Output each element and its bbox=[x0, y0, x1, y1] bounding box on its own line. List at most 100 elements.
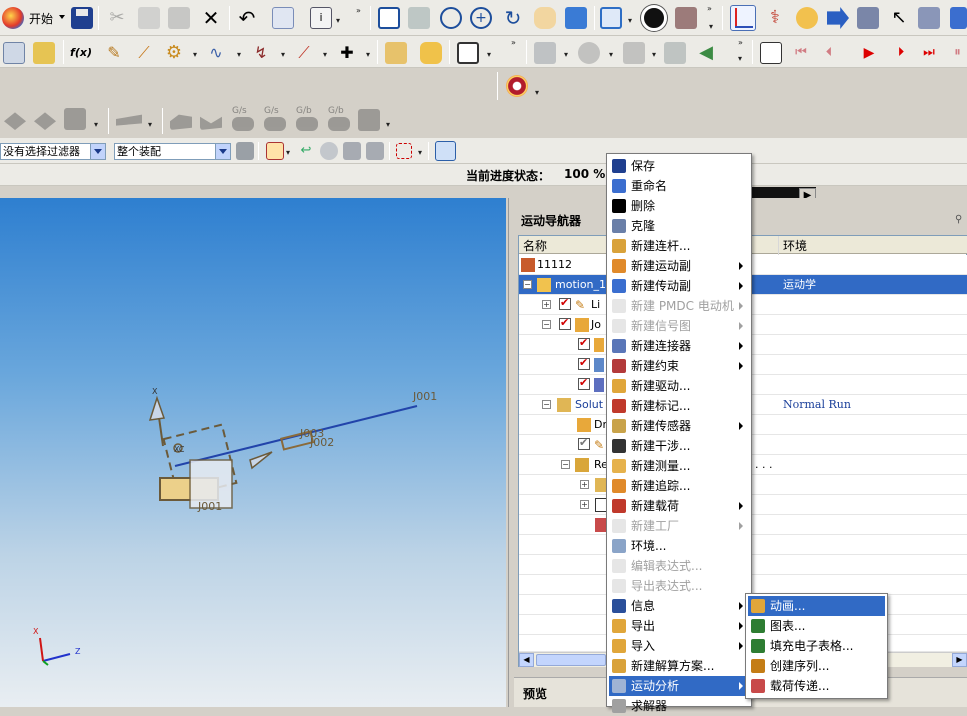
start-menu-button[interactable]: 开始 bbox=[2, 6, 66, 30]
connector-tool-icon[interactable] bbox=[857, 7, 879, 29]
menu-bar-icon[interactable] bbox=[950, 7, 967, 29]
chevron-down-icon[interactable]: ▾ bbox=[564, 50, 568, 59]
ghosted-button[interactable]: G/b bbox=[325, 106, 355, 134]
pin-icon[interactable]: ⚲ bbox=[955, 214, 962, 225]
menu-item[interactable]: 导出 bbox=[609, 616, 749, 636]
chevron-down-icon[interactable]: ▾ bbox=[652, 50, 656, 59]
part-navigator-icon[interactable] bbox=[3, 42, 25, 64]
chevron-down-icon[interactable]: ▾ bbox=[323, 50, 327, 59]
submenu-item[interactable]: 动画... bbox=[748, 596, 885, 616]
menu-item[interactable]: 新建解算方案... bbox=[609, 656, 749, 676]
menu-item[interactable]: 重命名 bbox=[609, 176, 749, 196]
interference-icon[interactable] bbox=[457, 42, 479, 64]
ghosted-button[interactable]: G/s bbox=[261, 106, 291, 134]
studio-view-icon[interactable] bbox=[675, 7, 697, 29]
selection-scope-dropdown[interactable]: 整个装配 bbox=[114, 143, 231, 160]
expand-icon[interactable]: + bbox=[580, 500, 589, 509]
rendering-style-icon[interactable] bbox=[600, 7, 622, 29]
rectangle-select-icon[interactable] bbox=[396, 143, 412, 159]
copy-icon[interactable] bbox=[138, 7, 160, 29]
selection-tool-icon[interactable] bbox=[366, 142, 384, 160]
delete-icon[interactable]: ✕ bbox=[200, 7, 222, 29]
rotate-icon[interactable]: ↻ bbox=[502, 7, 524, 29]
joint-tool-icon[interactable] bbox=[796, 7, 818, 29]
toolbar-overflow-icon[interactable]: » bbox=[356, 6, 361, 15]
back-arrow-icon[interactable]: ◀ bbox=[695, 42, 717, 64]
pan-icon[interactable] bbox=[534, 7, 556, 29]
scroll-right-icon[interactable]: ▶ bbox=[952, 653, 967, 667]
expand-icon[interactable]: + bbox=[542, 300, 551, 309]
scrollbar-thumb[interactable] bbox=[536, 654, 606, 666]
menu-item[interactable]: 新建信号图 bbox=[609, 316, 749, 336]
zoom-icon[interactable] bbox=[440, 7, 462, 29]
grid-icon[interactable] bbox=[664, 42, 686, 64]
menu-item[interactable]: 保存 bbox=[609, 156, 749, 176]
menu-item[interactable]: 新建测量... bbox=[609, 456, 749, 476]
step-forward-icon[interactable]: ⏵ bbox=[890, 42, 912, 64]
submenu-item[interactable]: 载荷传递... bbox=[748, 676, 885, 696]
driver-icon[interactable] bbox=[385, 42, 407, 64]
fast-forward-icon[interactable]: ⏭ bbox=[918, 42, 940, 64]
orient-view-icon[interactable] bbox=[565, 7, 587, 29]
submenu-item[interactable]: 填充电子表格... bbox=[748, 636, 885, 656]
visibility-checkbox[interactable] bbox=[578, 436, 590, 450]
menu-item[interactable]: 新建 PMDC 电动机 bbox=[609, 296, 749, 316]
zoom-in-icon[interactable]: + bbox=[470, 7, 492, 29]
load-transfer-icon[interactable] bbox=[506, 75, 528, 97]
menu-item[interactable]: 编辑表达式... bbox=[609, 556, 749, 576]
ghosted-button[interactable]: G/b bbox=[293, 106, 323, 134]
link-tool-icon[interactable]: ⚕ bbox=[764, 7, 786, 29]
menu-item[interactable]: 信息 bbox=[609, 596, 749, 616]
hide-icon[interactable] bbox=[623, 42, 645, 64]
collapse-icon[interactable]: − bbox=[542, 320, 551, 329]
menu-item[interactable]: 环境... bbox=[609, 536, 749, 556]
menu-item[interactable]: 新建标记... bbox=[609, 396, 749, 416]
selection-tool-icon[interactable] bbox=[343, 142, 361, 160]
probe-icon[interactable] bbox=[578, 42, 600, 64]
menu-item[interactable]: 新建载荷 bbox=[609, 496, 749, 516]
undo-icon[interactable]: ↶ bbox=[236, 7, 258, 29]
gear-icon[interactable]: ⚙ bbox=[163, 42, 185, 64]
expression-icon[interactable]: f(x) bbox=[70, 42, 92, 64]
chevron-down-icon[interactable]: ▾ bbox=[193, 50, 197, 59]
toolbar-overflow-icon[interactable]: » bbox=[511, 38, 516, 47]
chevron-down-icon[interactable]: ▾ bbox=[237, 50, 241, 59]
chevron-down-icon[interactable]: ▾ bbox=[418, 148, 422, 157]
visibility-checkbox[interactable] bbox=[578, 336, 590, 350]
menu-item[interactable]: 求解器 bbox=[609, 696, 749, 716]
collapse-icon[interactable]: − bbox=[542, 400, 551, 409]
chevron-down-icon[interactable]: ▾ bbox=[281, 50, 285, 59]
chevron-down-icon[interactable]: ▾ bbox=[628, 16, 632, 25]
constraint-icon[interactable]: ↯ bbox=[250, 42, 272, 64]
menu-item[interactable]: 删除 bbox=[609, 196, 749, 216]
zoom-window-icon[interactable] bbox=[408, 7, 430, 29]
chevron-down-icon[interactable]: ▾ bbox=[366, 50, 370, 59]
selection-tool-icon[interactable] bbox=[320, 142, 338, 160]
menu-item[interactable]: 克隆 bbox=[609, 216, 749, 236]
chevron-down-icon[interactable]: ▾ bbox=[487, 50, 491, 59]
collapse-icon[interactable]: − bbox=[561, 460, 570, 469]
chevron-down-icon[interactable]: ▾ bbox=[336, 16, 340, 25]
chevron-down-icon[interactable]: ▾ bbox=[709, 22, 713, 31]
toolbar-overflow-icon[interactable]: » bbox=[707, 4, 712, 13]
rewind-icon[interactable]: ⏮ bbox=[790, 42, 812, 64]
select-tool-icon[interactable]: ↖ bbox=[888, 7, 910, 29]
feature-icon[interactable] bbox=[358, 109, 380, 131]
visibility-checkbox[interactable] bbox=[559, 316, 571, 330]
fit-view-icon[interactable] bbox=[378, 7, 400, 29]
menu-item[interactable]: 新建传感器 bbox=[609, 416, 749, 436]
collapse-icon[interactable]: − bbox=[523, 280, 532, 289]
repeat-command-icon[interactable] bbox=[272, 7, 294, 29]
ghosted-button[interactable]: G/s bbox=[229, 106, 259, 134]
submenu-item[interactable]: 创建序列... bbox=[748, 656, 885, 676]
marker-tool-icon[interactable] bbox=[918, 7, 940, 29]
shaded-view-icon[interactable] bbox=[641, 5, 667, 31]
menu-item[interactable]: 新建工厂 bbox=[609, 516, 749, 536]
play-icon[interactable]: ▶ bbox=[858, 42, 880, 64]
spring-icon[interactable]: ∿ bbox=[205, 42, 227, 64]
marker-icon[interactable]: ⟋ bbox=[293, 42, 315, 64]
menu-item[interactable]: 新建运动副 bbox=[609, 256, 749, 276]
menu-item[interactable]: 导入 bbox=[609, 636, 749, 656]
visibility-checkbox[interactable] bbox=[578, 376, 590, 390]
chevron-down-icon[interactable]: ▾ bbox=[738, 54, 742, 63]
